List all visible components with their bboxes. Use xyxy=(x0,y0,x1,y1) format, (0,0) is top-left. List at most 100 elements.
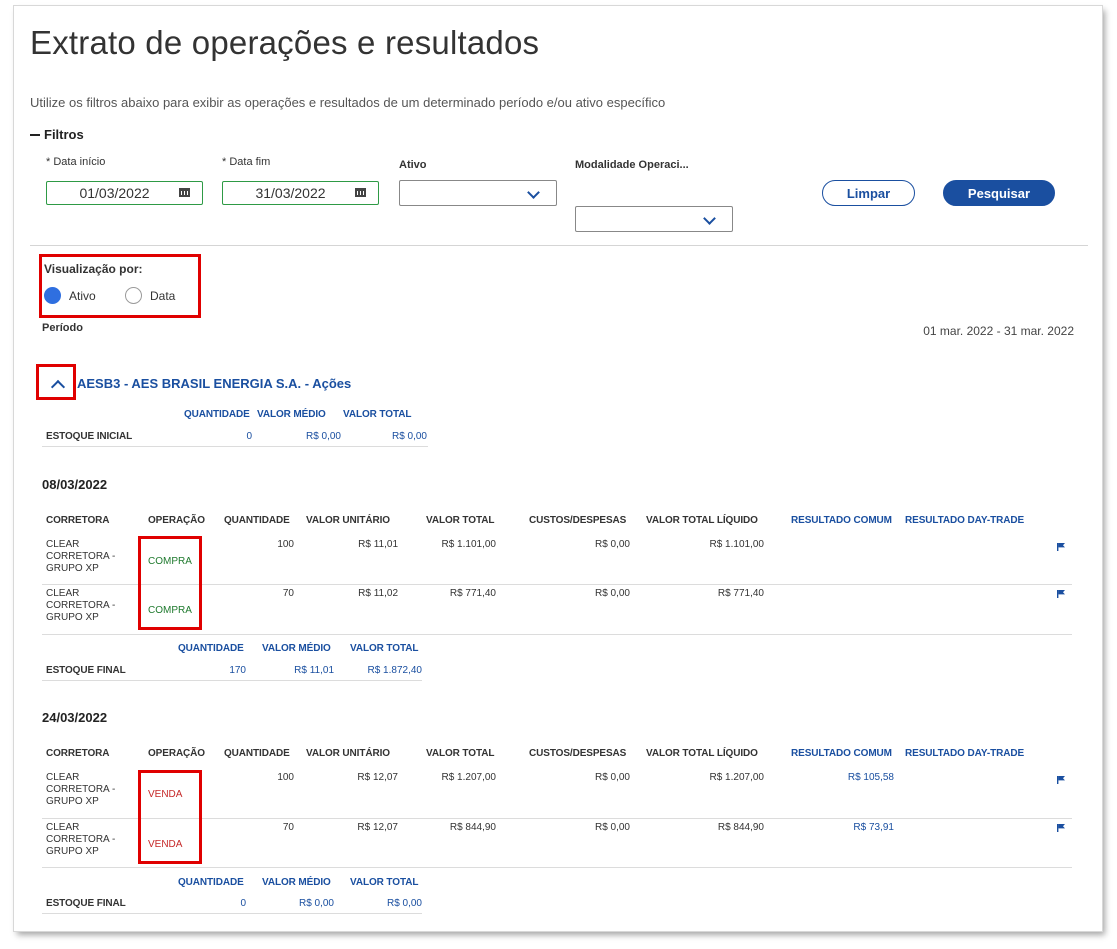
collapse-asset-button[interactable] xyxy=(50,379,66,395)
flag-icon[interactable] xyxy=(1057,590,1065,598)
radio-selected-icon xyxy=(44,287,61,304)
modality-select[interactable] xyxy=(575,206,733,232)
valor-unitario-cell: R$ 12,07 xyxy=(357,772,398,783)
calendar-icon[interactable] xyxy=(174,186,194,200)
col-header-quantidade: QUANTIDADE xyxy=(178,643,244,654)
final-stock-valor-medio: R$ 11,01 xyxy=(294,665,334,676)
flag-icon[interactable] xyxy=(1057,776,1065,784)
final-stock-label: ESTOQUE FINAL xyxy=(46,898,126,909)
valor-unitario-cell: R$ 11,01 xyxy=(358,539,398,550)
page-title: Extrato de operações e resultados xyxy=(30,24,540,61)
valor-liquido-cell: R$ 844,90 xyxy=(717,822,764,833)
col-header-valor-total: VALOR TOTAL xyxy=(350,877,419,888)
valor-total-cell: R$ 1.207,00 xyxy=(441,772,497,783)
col-header-quantidade: QUANTIDADE xyxy=(224,748,290,759)
col-header-operacao: OPERAÇÃO xyxy=(148,515,205,526)
col-header-corretora: CORRETORA xyxy=(46,748,110,759)
date-start-input[interactable]: 01/03/2022 xyxy=(46,181,203,205)
asset-select[interactable] xyxy=(399,180,557,206)
date-start-value: 01/03/2022 xyxy=(79,185,150,201)
row-separator xyxy=(42,680,422,681)
col-header-valor-unitario: VALOR UNITÁRIO xyxy=(306,515,390,526)
col-header-resultado-daytrade: RESULTADO DAY-TRADE xyxy=(905,515,1025,526)
col-header-valor-medio: VALOR MÉDIO xyxy=(257,409,326,420)
broker-cell: CLEAR CORRETORA - GRUPO XP xyxy=(46,772,116,807)
radio-data[interactable]: Data xyxy=(125,287,175,304)
custos-cell: R$ 0,00 xyxy=(594,588,630,599)
valor-liquido-cell: R$ 1.101,00 xyxy=(709,539,765,550)
divider xyxy=(30,245,1088,246)
col-header-quantidade: QUANTIDADE xyxy=(184,409,250,420)
col-header-custos: CUSTOS/DESPESAS xyxy=(529,515,627,526)
search-button[interactable]: Pesquisar xyxy=(943,180,1055,206)
initial-stock-quantidade: 0 xyxy=(246,431,252,442)
clear-button[interactable]: Limpar xyxy=(822,180,915,206)
date-end-label: * Data fim xyxy=(222,156,271,168)
row-separator xyxy=(42,446,428,447)
custos-cell: R$ 0,00 xyxy=(594,539,630,550)
period-value: 01 mar. 2022 - 31 mar. 2022 xyxy=(923,324,1074,338)
quantidade-cell: 70 xyxy=(282,822,294,833)
col-header-operacao: OPERAÇÃO xyxy=(148,748,205,759)
flag-icon[interactable] xyxy=(1057,543,1065,551)
flag-icon[interactable] xyxy=(1057,824,1065,832)
valor-total-cell: R$ 1.101,00 xyxy=(441,539,497,550)
final-stock-label: ESTOQUE FINAL xyxy=(46,665,126,676)
broker-cell: CLEAR CORRETORA - GRUPO XP xyxy=(46,588,116,623)
col-header-valor-total: VALOR TOTAL xyxy=(426,515,495,526)
highlight-box xyxy=(138,770,202,864)
col-header-valor-liquido: VALOR TOTAL LÍQUIDO xyxy=(646,748,758,759)
quantidade-cell: 70 xyxy=(282,588,294,599)
view-by-label: Visualização por: xyxy=(44,262,143,276)
chevron-down-icon xyxy=(703,212,716,225)
filters-toggle[interactable]: Filtros xyxy=(30,127,84,142)
initial-stock-label: ESTOQUE INICIAL xyxy=(46,431,133,442)
final-stock-valor-total: R$ 0,00 xyxy=(386,898,422,909)
col-header-valor-medio: VALOR MÉDIO xyxy=(262,643,331,654)
col-header-valor-liquido: VALOR TOTAL LÍQUIDO xyxy=(646,515,758,526)
group-date: 08/03/2022 xyxy=(42,477,108,492)
final-stock-quantidade: 170 xyxy=(229,665,246,676)
quantidade-cell: 100 xyxy=(277,539,294,550)
row-separator xyxy=(42,867,1072,868)
valor-liquido-cell: R$ 771,40 xyxy=(717,588,764,599)
chevron-down-icon xyxy=(527,186,540,199)
date-end-input[interactable]: 31/03/2022 xyxy=(222,181,379,205)
collapse-icon xyxy=(30,133,40,136)
custos-cell: R$ 0,00 xyxy=(594,772,630,783)
date-start-label: * Data início xyxy=(46,156,106,168)
col-header-valor-total: VALOR TOTAL xyxy=(426,748,495,759)
resultado-comum-cell: R$ 105,58 xyxy=(847,772,894,783)
statement-page: Extrato de operações e resultados Utiliz… xyxy=(14,6,1102,931)
valor-total-cell: R$ 771,40 xyxy=(449,588,496,599)
col-header-resultado-comum: RESULTADO COMUM xyxy=(791,748,892,759)
final-stock-valor-medio: R$ 0,00 xyxy=(298,898,334,909)
col-header-valor-total: VALOR TOTAL xyxy=(350,643,419,654)
radio-unselected-icon xyxy=(125,287,142,304)
calendar-icon[interactable] xyxy=(350,186,370,200)
valor-liquido-cell: R$ 1.207,00 xyxy=(709,772,765,783)
filters-toggle-label: Filtros xyxy=(44,127,84,142)
radio-data-label: Data xyxy=(150,288,176,303)
radio-ativo-label: Ativo xyxy=(69,288,96,303)
col-header-quantidade: QUANTIDADE xyxy=(178,877,244,888)
broker-cell: CLEAR CORRETORA - GRUPO XP xyxy=(46,822,116,857)
row-separator xyxy=(42,913,422,914)
final-stock-valor-total: R$ 1.872,40 xyxy=(367,665,423,676)
valor-total-cell: R$ 844,90 xyxy=(449,822,496,833)
period-label: Período xyxy=(42,322,83,334)
resultado-comum-cell: R$ 73,91 xyxy=(853,822,894,833)
valor-unitario-cell: R$ 12,07 xyxy=(357,822,398,833)
broker-cell: CLEAR CORRETORA - GRUPO XP xyxy=(46,539,116,574)
group-date: 24/03/2022 xyxy=(42,710,108,725)
quantidade-cell: 100 xyxy=(277,772,294,783)
col-header-valor-medio: VALOR MÉDIO xyxy=(262,877,331,888)
final-stock-quantidade: 0 xyxy=(240,898,246,909)
asset-title[interactable]: AESB3 - AES BRASIL ENERGIA S.A. - Ações xyxy=(77,376,351,391)
page-subtitle: Utilize os filtros abaixo para exibir as… xyxy=(30,95,666,110)
highlight-box xyxy=(138,536,202,630)
col-header-resultado-comum: RESULTADO COMUM xyxy=(791,515,892,526)
modality-filter-label: Modalidade Operaci... xyxy=(575,159,689,171)
radio-ativo[interactable]: Ativo xyxy=(44,287,96,304)
col-header-custos: CUSTOS/DESPESAS xyxy=(529,748,627,759)
